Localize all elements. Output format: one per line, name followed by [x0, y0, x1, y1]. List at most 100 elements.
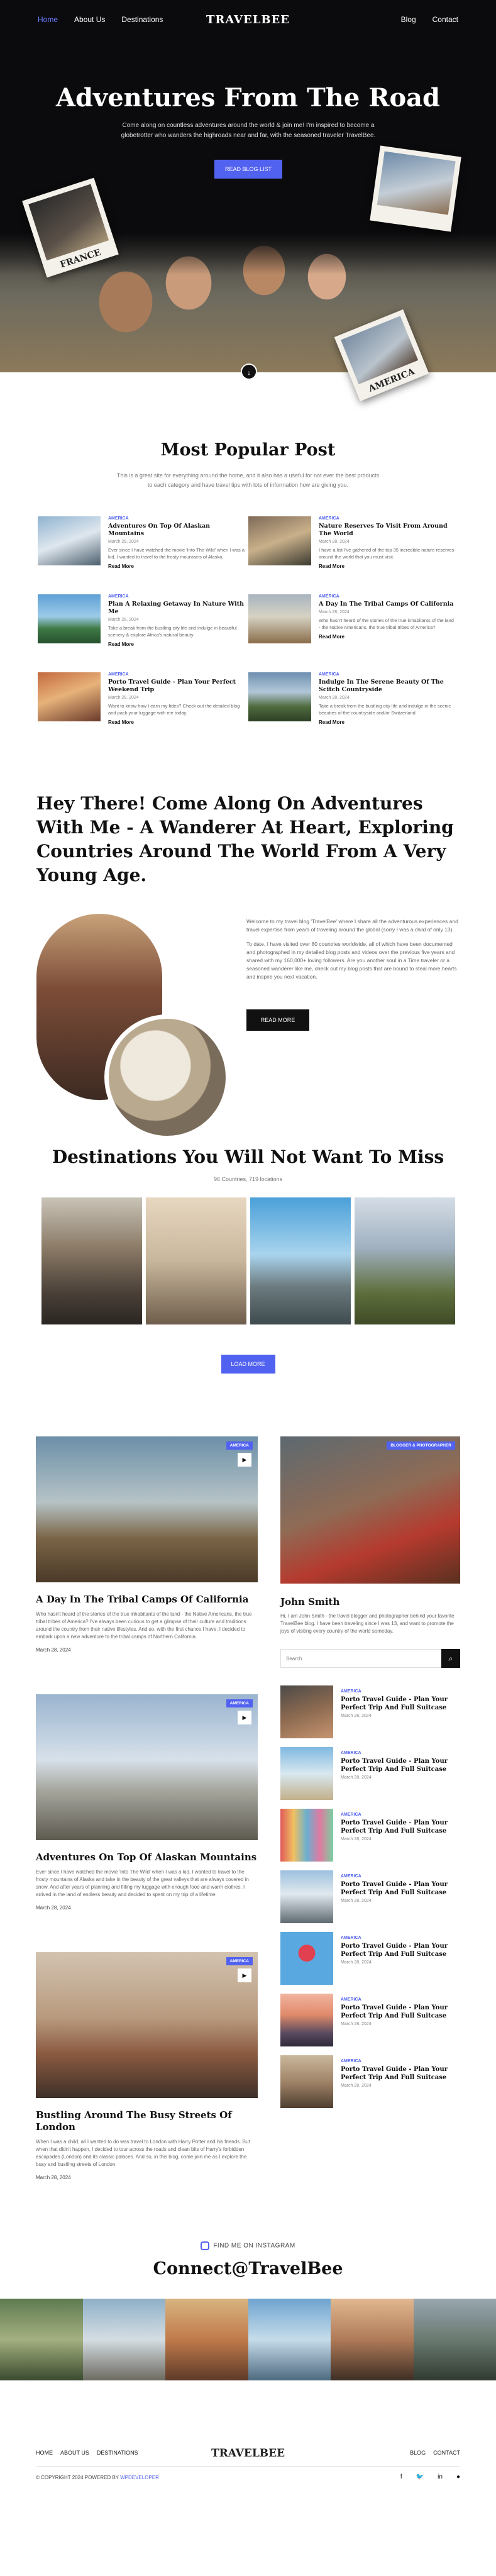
blog-category-badge[interactable]: AMERICA [226, 1957, 253, 1965]
blog-post-title[interactable]: Adventures On Top Of Alaskan Mountains [36, 1852, 258, 1863]
sidebar-post-title[interactable]: Porto Travel Guide - Plan Your Perfect T… [341, 1757, 460, 1774]
about-read-more-button[interactable]: READ MORE [246, 1009, 309, 1031]
blog-post-card[interactable]: AMERICA ▶ A Day In The Tribal Camps Of C… [36, 1436, 258, 1653]
instagram-photo[interactable] [248, 2299, 331, 2380]
play-icon[interactable]: ▶ [238, 1453, 251, 1467]
sidebar-post-category[interactable]: AMERICA [341, 1751, 460, 1755]
facebook-icon[interactable]: f [400, 2473, 402, 2480]
post-category[interactable]: AMERICA [108, 672, 245, 677]
sidebar-post-title[interactable]: Porto Travel Guide - Plan Your Perfect T… [341, 1880, 460, 1897]
instagram-photo[interactable] [331, 2299, 414, 2380]
blog-post-title[interactable]: Bustling Around The Busy Streets Of Lond… [36, 2109, 258, 2133]
post-title[interactable]: Indulge In The Serene Beauty Of The Scit… [319, 679, 456, 694]
sidebar-post-item[interactable]: AMERICA Porto Travel Guide - Plan Your Pe… [280, 1809, 460, 1870]
blog-post-image[interactable]: AMERICA ▶ [36, 1436, 258, 1582]
sidebar-post-thumbnail[interactable] [280, 1994, 333, 2046]
blog-post-card[interactable]: AMERICA ▶ Adventures On Top Of Alaskan M… [36, 1694, 258, 1911]
instagram-label-row[interactable]: FIND ME ON INSTAGRAM [0, 2241, 496, 2250]
popular-post-card[interactable]: AMERICA Indulge In The Serene Beauty Of … [248, 672, 456, 738]
sidebar-post-thumbnail[interactable] [280, 1685, 333, 1738]
sidebar-post-item[interactable]: AMERICA Porto Travel Guide - Plan Your Pe… [280, 1747, 460, 1809]
blog-category-badge[interactable]: AMERICA [226, 1441, 253, 1450]
popular-post-card[interactable]: AMERICA Porto Travel Guide - Plan Your P… [38, 672, 245, 738]
sidebar-post-thumbnail[interactable] [280, 1747, 333, 1800]
popular-post-card[interactable]: AMERICA A Day In The Tribal Camps Of Cal… [248, 594, 456, 660]
blog-post-image[interactable]: AMERICA ▶ [36, 1952, 258, 2098]
destination-capitol-image[interactable] [250, 1197, 351, 1324]
footer-contact-link[interactable]: CONTACT [433, 2450, 460, 2456]
footer-destinations-link[interactable]: DESTINATIONS [97, 2450, 138, 2456]
twitter-icon[interactable]: 🐦 [416, 2473, 424, 2480]
footer-logo[interactable]: TRAVELBEE [211, 2447, 285, 2460]
post-title[interactable]: A Day In The Tribal Camps Of California [319, 601, 456, 608]
sidebar-post-category[interactable]: AMERICA [341, 1997, 460, 2002]
instagram-photo[interactable] [82, 2299, 165, 2380]
play-icon[interactable]: ▶ [238, 1968, 251, 1982]
sidebar-post-item[interactable]: AMERICA Porto Travel Guide - Plan Your Pe… [280, 1932, 460, 1994]
blog-category-badge[interactable]: AMERICA [226, 1699, 253, 1707]
destination-paris-image[interactable] [145, 1197, 246, 1324]
sidebar-post-title[interactable]: Porto Travel Guide - Plan Your Perfect T… [341, 1696, 460, 1712]
read-more-link[interactable]: Read More [319, 719, 456, 725]
sidebar-post-title[interactable]: Porto Travel Guide - Plan Your Perfect T… [341, 2065, 460, 2082]
nav-blog-link[interactable]: Blog [401, 15, 416, 24]
read-more-link[interactable]: Read More [108, 641, 245, 647]
destination-mountains-image[interactable] [354, 1197, 455, 1324]
instagram-photo[interactable] [0, 2299, 83, 2380]
sidebar-post-thumbnail[interactable] [280, 1809, 333, 1862]
post-title[interactable]: Plan A Relaxing Getaway In Nature With M… [108, 601, 245, 616]
nav-destinations-link[interactable]: Destinations [121, 15, 163, 24]
read-more-link[interactable]: Read More [319, 634, 456, 640]
footer-about-link[interactable]: ABOUT US [60, 2450, 89, 2456]
post-title[interactable]: Adventures On Top Of Alaskan Mountains [108, 523, 245, 538]
post-title[interactable]: Porto Travel Guide - Plan Your Perfect W… [108, 679, 245, 694]
sidebar-post-item[interactable]: AMERICA Porto Travel Guide - Plan Your Pe… [280, 1994, 460, 2055]
read-more-link[interactable]: Read More [108, 564, 245, 569]
sidebar-post-category[interactable]: AMERICA [341, 1689, 460, 1694]
blog-post-title[interactable]: A Day In The Tribal Camps Of California [36, 1594, 258, 1606]
post-thumbnail[interactable] [248, 594, 311, 643]
post-category[interactable]: AMERICA [108, 516, 245, 521]
instagram-handle[interactable]: Connect@TravelBee [0, 2259, 496, 2279]
sidebar-post-thumbnail[interactable] [280, 1932, 333, 1985]
post-category[interactable]: AMERICA [319, 672, 456, 677]
post-thumbnail[interactable] [248, 516, 311, 565]
sidebar-post-item[interactable]: AMERICA Porto Travel Guide - Plan Your Pe… [280, 1685, 460, 1747]
nav-about-link[interactable]: About Us [74, 15, 105, 24]
sidebar-post-category[interactable]: AMERICA [341, 1813, 460, 1817]
sidebar-post-title[interactable]: Porto Travel Guide - Plan Your Perfect T… [341, 2004, 460, 2020]
sidebar-post-category[interactable]: AMERICA [341, 2059, 460, 2063]
instagram-photo[interactable] [413, 2299, 496, 2380]
sidebar-post-category[interactable]: AMERICA [341, 1936, 460, 1940]
destination-city-street-image[interactable] [41, 1197, 142, 1324]
site-logo[interactable]: TRAVELBEE [206, 13, 290, 26]
load-more-button[interactable]: LOAD MORE [221, 1355, 275, 1374]
read-blog-list-button[interactable]: READ BLOG LIST [214, 160, 282, 179]
read-more-link[interactable]: Read More [108, 719, 245, 725]
blog-post-card[interactable]: AMERICA ▶ Bustling Around The Busy Stree… [36, 1952, 258, 2180]
sidebar-post-category[interactable]: AMERICA [341, 1874, 460, 1879]
sidebar-post-title[interactable]: Porto Travel Guide - Plan Your Perfect T… [341, 1942, 460, 1958]
popular-post-card[interactable]: AMERICA Nature Reserves To Visit From Ar… [248, 516, 456, 582]
post-thumbnail[interactable] [38, 672, 101, 721]
sidebar-post-title[interactable]: Porto Travel Guide - Plan Your Perfect T… [341, 1819, 460, 1835]
read-more-link[interactable]: Read More [319, 564, 456, 569]
post-category[interactable]: AMERICA [319, 594, 456, 599]
play-icon[interactable]: ▶ [238, 1711, 251, 1724]
nav-home-link[interactable]: Home [38, 15, 58, 24]
footer-blog-link[interactable]: BLOG [410, 2450, 426, 2456]
instagram-label[interactable]: FIND ME ON INSTAGRAM [213, 2243, 295, 2250]
post-title[interactable]: Nature Reserves To Visit From Around The… [319, 523, 456, 538]
sidebar-post-item[interactable]: AMERICA Porto Travel Guide - Plan Your Pe… [280, 2055, 460, 2117]
popular-post-card[interactable]: AMERICA Adventures On Top Of Alaskan Mou… [38, 516, 245, 582]
scroll-down-icon[interactable]: ↓ [241, 364, 257, 380]
sidebar-post-thumbnail[interactable] [280, 2055, 333, 2108]
post-category[interactable]: AMERICA [319, 516, 456, 521]
linkedin-icon[interactable]: in [438, 2473, 443, 2480]
sidebar-post-item[interactable]: AMERICA Porto Travel Guide - Plan Your Pe… [280, 1870, 460, 1932]
instagram-photo[interactable] [165, 2299, 248, 2380]
search-input[interactable] [280, 1649, 441, 1668]
blog-post-image[interactable]: AMERICA ▶ [36, 1694, 258, 1840]
post-category[interactable]: AMERICA [108, 594, 245, 599]
nav-contact-link[interactable]: Contact [433, 15, 458, 24]
